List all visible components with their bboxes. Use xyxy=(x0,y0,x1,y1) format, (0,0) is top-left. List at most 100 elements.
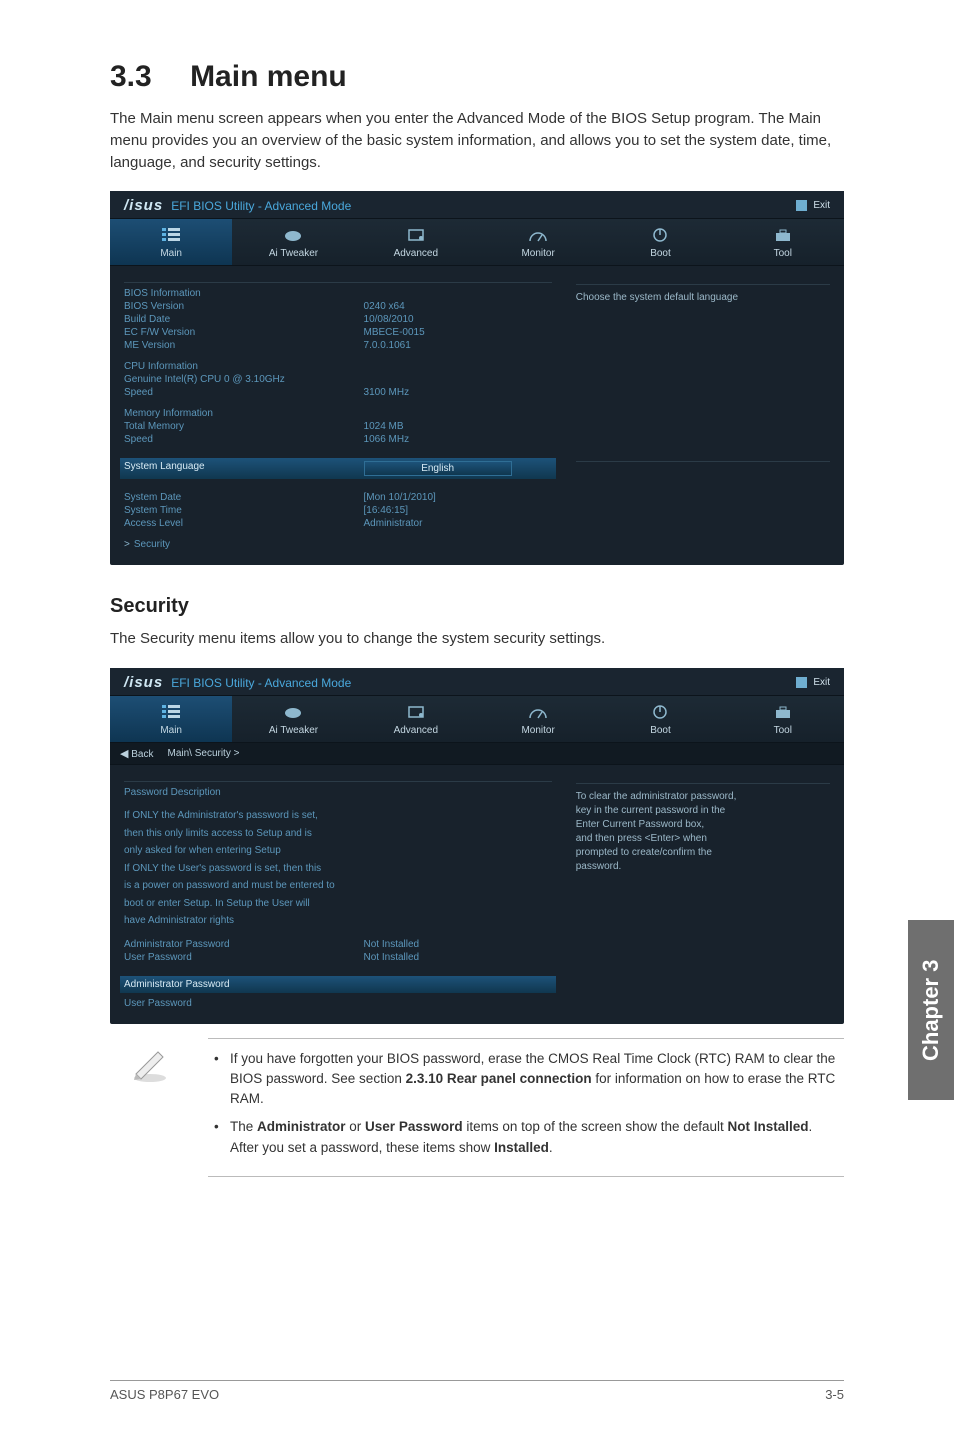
tab-advanced[interactable]: Advanced xyxy=(355,219,477,265)
tab-monitor-label: Monitor xyxy=(521,725,554,736)
cloud-icon xyxy=(283,704,303,720)
exit-icon xyxy=(796,677,807,688)
system-language-row[interactable]: System Language English xyxy=(120,458,556,479)
access-level-label: Access Level xyxy=(124,518,364,529)
bios-header: /isus EFI BIOS Utility - Advanced Mode E… xyxy=(110,191,844,218)
description-line: If ONLY the Administrator's password is … xyxy=(124,807,552,825)
exit-button[interactable]: Exit xyxy=(796,200,830,211)
build-date-label: Build Date xyxy=(124,314,364,325)
total-mem-label: Total Memory xyxy=(124,421,364,432)
tab-boot-label: Boot xyxy=(650,248,671,259)
back-button[interactable]: ◀ Back xyxy=(120,747,153,760)
tab-ai-tweaker-label: Ai Tweaker xyxy=(269,248,318,259)
help-line: and then press <Enter> when xyxy=(576,832,830,846)
bios-brand: /isus EFI BIOS Utility - Advanced Mode xyxy=(124,674,351,691)
security-submenu-label: Security xyxy=(134,539,170,550)
me-version-value: 7.0.0.1061 xyxy=(364,340,552,351)
help-text: Choose the system default language xyxy=(576,291,830,305)
tab-boot[interactable]: Boot xyxy=(599,219,721,265)
tab-monitor[interactable]: Monitor xyxy=(477,219,599,265)
tab-advanced[interactable]: Advanced xyxy=(355,696,477,742)
admin-password-item-label: Administrator Password xyxy=(124,979,552,990)
tab-tool[interactable]: Tool xyxy=(722,696,844,742)
footer-page-number: 3-5 xyxy=(825,1387,844,1402)
tab-advanced-label: Advanced xyxy=(394,248,438,259)
tab-ai-tweaker[interactable]: Ai Tweaker xyxy=(232,219,354,265)
tab-tool-label: Tool xyxy=(774,248,792,259)
section-heading: 3.3 Main menu xyxy=(110,60,844,94)
gauge-icon xyxy=(528,704,548,720)
page-footer: ASUS P8P67 EVO 3-5 xyxy=(110,1380,844,1402)
toolbox-icon xyxy=(773,227,793,243)
access-level-value: Administrator xyxy=(364,518,552,529)
security-intro: The Security menu items allow you to cha… xyxy=(110,628,844,650)
total-mem-value: 1024 MB xyxy=(364,421,552,432)
ec-fw-value: MBECE-0015 xyxy=(364,327,552,338)
help-line: password. xyxy=(576,860,830,874)
me-version-label: ME Version xyxy=(124,340,364,351)
user-password-item[interactable]: User Password xyxy=(124,997,552,1010)
build-date-value: 10/08/2010 xyxy=(364,314,552,325)
bios-version-value: 0240 x64 xyxy=(364,301,552,312)
bios-utility-title: EFI BIOS Utility - Advanced Mode xyxy=(171,676,351,690)
mem-speed-value: 1066 MHz xyxy=(364,434,552,445)
description-line: only asked for when entering Setup xyxy=(124,842,552,860)
bios-tab-bar: Main Ai Tweaker Advanced Monitor Boot xyxy=(110,218,844,266)
bios-security-screenshot: /isus EFI BIOS Utility - Advanced Mode E… xyxy=(110,668,844,1024)
password-description-label: Password Description xyxy=(124,787,364,798)
tab-main[interactable]: Main xyxy=(110,219,232,265)
system-time-value[interactable]: [16:46:15] xyxy=(364,505,552,516)
user-password-item-label: User Password xyxy=(124,998,192,1009)
chapter-side-tab: Chapter 3 xyxy=(908,920,954,1100)
user-password-status-value: Not Installed xyxy=(364,952,552,963)
asus-logo: /isus xyxy=(124,674,163,691)
security-submenu[interactable]: > Security xyxy=(124,538,552,551)
help-line: key in the current password in the xyxy=(576,804,830,818)
arrow-left-icon: ◀ xyxy=(120,748,128,760)
system-date-label: System Date xyxy=(124,492,364,503)
bios-header: /isus EFI BIOS Utility - Advanced Mode E… xyxy=(110,668,844,695)
tab-boot-label: Boot xyxy=(650,725,671,736)
system-language-value: English xyxy=(364,461,512,476)
bios-help-panel: To clear the administrator password, key… xyxy=(562,777,830,1010)
ec-fw-label: EC F/W Version xyxy=(124,327,364,338)
note-block: If you have forgotten your BIOS password… xyxy=(110,1038,844,1177)
description-line: then this only limits access to Setup an… xyxy=(124,825,552,843)
description-line: boot or enter Setup. In Setup the User w… xyxy=(124,895,552,913)
admin-password-item[interactable]: Administrator Password xyxy=(120,976,556,993)
tab-main-label: Main xyxy=(160,725,182,736)
tab-monitor[interactable]: Monitor xyxy=(477,696,599,742)
note-item: If you have forgotten your BIOS password… xyxy=(212,1049,840,1110)
user-password-status-label: User Password xyxy=(124,952,364,963)
tab-advanced-label: Advanced xyxy=(394,725,438,736)
tab-boot[interactable]: Boot xyxy=(599,696,721,742)
breadcrumb: ◀ Back Main\ Security > xyxy=(110,743,844,765)
tab-ai-tweaker-label: Ai Tweaker xyxy=(269,725,318,736)
chevron-right-icon: > xyxy=(124,539,130,550)
bios-utility-title: EFI BIOS Utility - Advanced Mode xyxy=(171,199,351,213)
tab-main[interactable]: Main xyxy=(110,696,232,742)
cpu-speed-value: 3100 MHz xyxy=(364,387,552,398)
admin-password-status-label: Administrator Password xyxy=(124,939,364,950)
tab-ai-tweaker[interactable]: Ai Tweaker xyxy=(232,696,354,742)
help-line: To clear the administrator password, xyxy=(576,790,830,804)
power-icon xyxy=(650,227,670,243)
mem-info-label: Memory Information xyxy=(124,408,364,419)
gauge-icon xyxy=(528,227,548,243)
tab-tool[interactable]: Tool xyxy=(722,219,844,265)
exit-icon xyxy=(796,200,807,211)
system-language-label: System Language xyxy=(124,461,364,476)
exit-button[interactable]: Exit xyxy=(796,677,830,688)
bios-main-screenshot: /isus EFI BIOS Utility - Advanced Mode E… xyxy=(110,191,844,565)
description-line: If ONLY the User's password is set, then… xyxy=(124,860,552,878)
exit-label: Exit xyxy=(813,200,830,211)
system-date-value[interactable]: [Mon 10/1/2010] xyxy=(364,492,552,503)
bios-security-panel: Password Description If ONLY the Adminis… xyxy=(124,777,562,1010)
section-number: 3.3 xyxy=(110,60,152,94)
description-line: is a power on password and must be enter… xyxy=(124,877,552,895)
bios-main-panel: BIOS Information BIOS Version0240 x64 Bu… xyxy=(124,278,562,551)
note-body: If you have forgotten your BIOS password… xyxy=(208,1038,844,1177)
tab-main-label: Main xyxy=(160,248,182,259)
breadcrumb-path: Main\ Security > xyxy=(167,748,239,759)
exit-label: Exit xyxy=(813,677,830,688)
